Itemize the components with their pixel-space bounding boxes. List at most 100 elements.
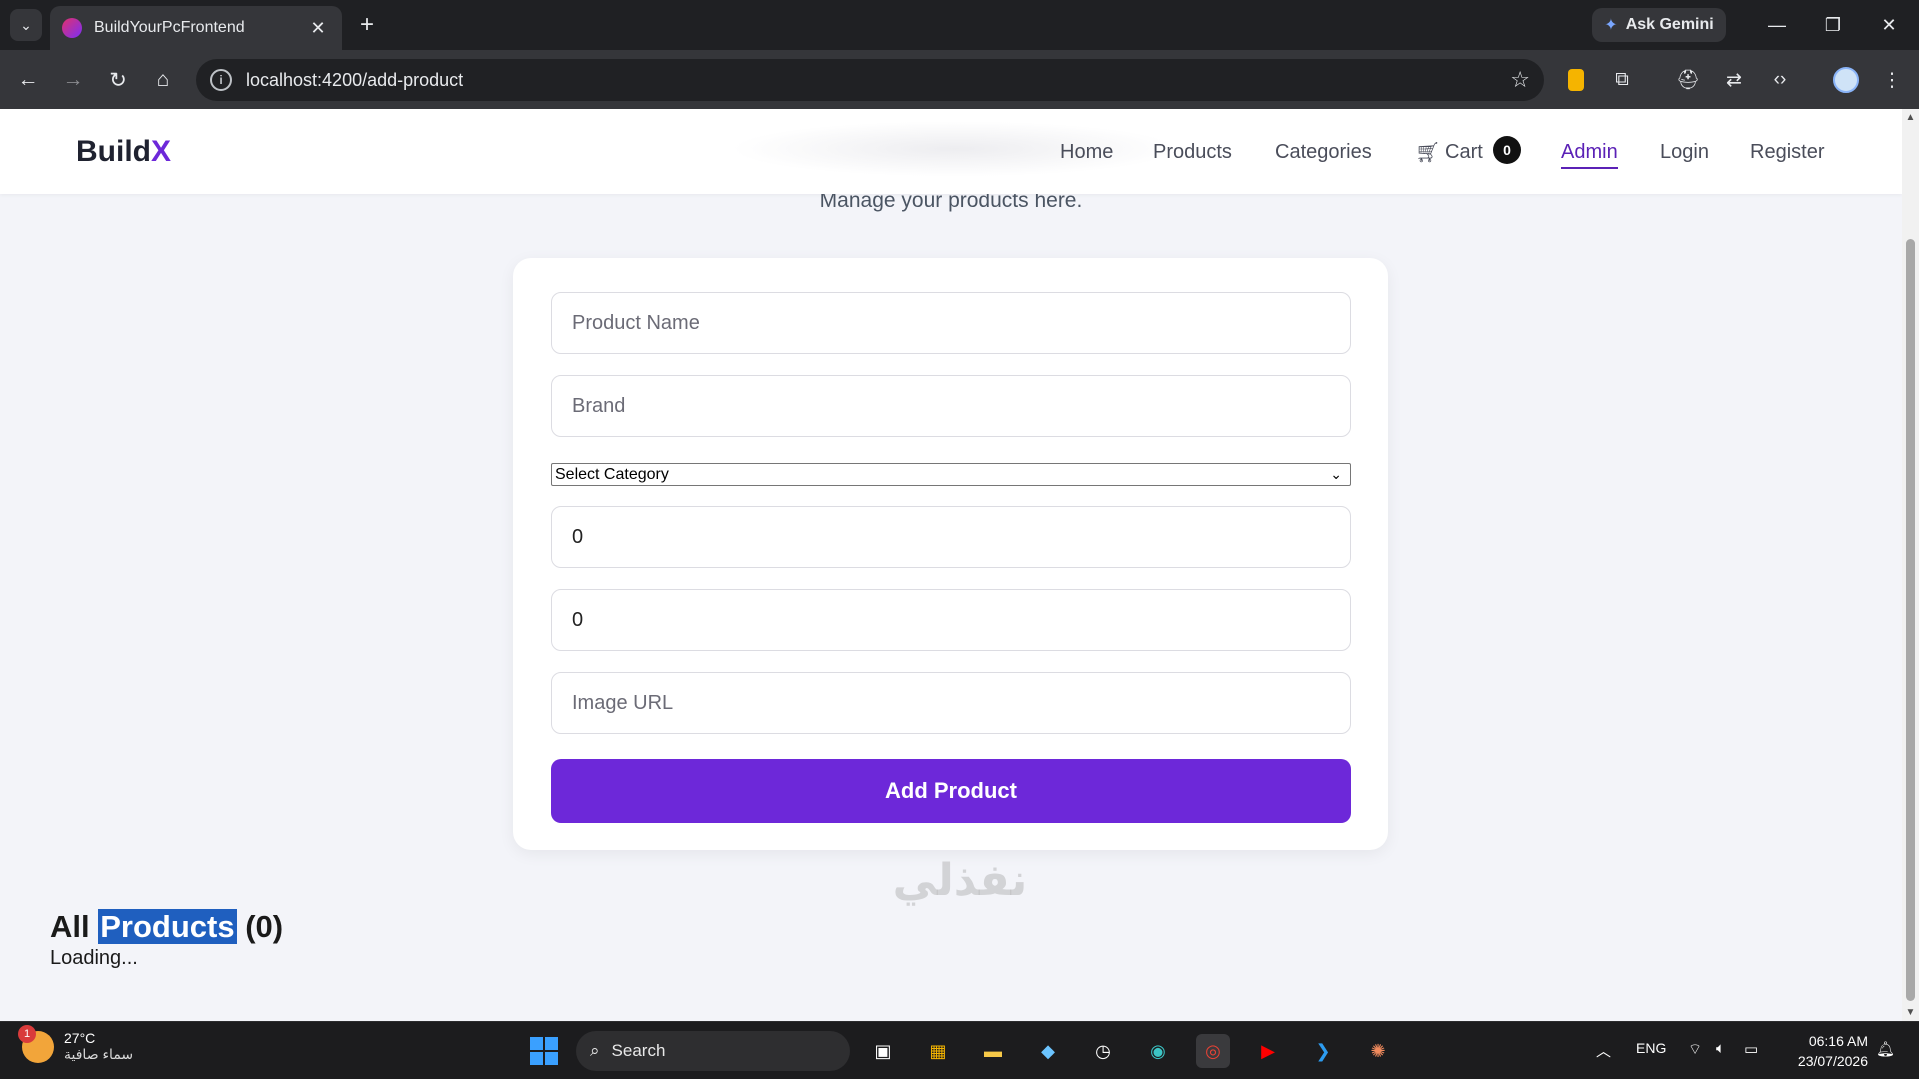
windows-logo-icon (530, 1037, 558, 1065)
taskbar-clock[interactable]: 06:16 AM 23/07/2026 (1786, 1031, 1868, 1071)
close-window-button[interactable]: ✕ (1864, 8, 1914, 42)
forward-button[interactable]: → (55, 62, 91, 98)
nav-admin[interactable]: Admin (1561, 141, 1618, 169)
stock-input[interactable] (551, 589, 1351, 651)
nav-categories[interactable]: Categories (1275, 141, 1372, 164)
tab-search-button[interactable]: ⌄ (10, 9, 42, 41)
moon-weather-icon: 1 (18, 1024, 54, 1063)
scrollbar-thumb[interactable] (1906, 239, 1915, 1001)
weather-condition: سماء صافية (64, 1046, 134, 1062)
clock-time: 06:16 AM (1808, 1033, 1868, 1049)
minimize-window-button[interactable]: — (1752, 8, 1802, 42)
browser-tab[interactable]: BuildYourPcFrontend ✕ (50, 6, 342, 50)
add-product-button[interactable]: Add Product (551, 759, 1351, 823)
logo-accent-text: X (151, 135, 172, 168)
restore-window-button[interactable]: ❐ (1808, 8, 1858, 42)
battery-icon[interactable]: ▭ (1744, 1040, 1758, 1058)
code-icon: ‹› (1773, 69, 1787, 90)
reload-icon: ↻ (109, 68, 127, 92)
heading-count: (0) (245, 909, 284, 944)
browser-menu-button[interactable]: ⋮ (1874, 62, 1910, 98)
taskbar-search-label: Search (611, 1041, 666, 1060)
nav-home[interactable]: Home (1060, 141, 1113, 164)
profile-avatar-icon (1833, 67, 1859, 93)
weather-widget[interactable]: 1 27°C سماء صافية (18, 1024, 134, 1063)
gemini-spark-icon: ✦ (1604, 17, 1618, 34)
site-info-icon[interactable]: i (210, 69, 232, 91)
store-app[interactable]: ▦ (921, 1034, 955, 1068)
browser-toolbar: ← → ↻ ⌂ i localhost:4200/add-product ☆ ⧉… (0, 50, 1919, 109)
extension-yellow-icon (1568, 69, 1584, 91)
puzzle-icon: ⧉ (1615, 69, 1629, 90)
nav-login[interactable]: Login (1660, 141, 1709, 164)
chrome-app[interactable]: ◎ (1196, 1034, 1230, 1068)
weather-alert-badge: 1 (18, 1024, 36, 1043)
logo-main-text: Build (76, 135, 151, 168)
site-navbar: BuildX Home Products Categories 🛒︎ Cart … (0, 109, 1902, 194)
clock-app[interactable]: ◷ (1086, 1034, 1120, 1068)
close-icon: ✕ (1881, 14, 1897, 35)
url-text: localhost:4200/add-product (246, 69, 464, 90)
tab-title: BuildYourPcFrontend (94, 19, 245, 36)
watermark-text: نفذلي (892, 856, 1028, 905)
all-products-heading: All Products (0) (50, 909, 283, 945)
input-language[interactable]: ENG (1636, 1040, 1666, 1056)
heading-highlighted-word: Products (98, 909, 237, 944)
profile-button[interactable] (1828, 62, 1864, 98)
sparkle-app-icon: ✺ (1370, 1040, 1386, 1061)
search-icon: ⌕ (590, 1041, 600, 1060)
home-icon: ⌂ (156, 68, 170, 91)
loading-text: Loading... (50, 947, 138, 969)
price-input[interactable] (551, 506, 1351, 568)
taskbar-search[interactable]: ⌕ Search (576, 1031, 850, 1071)
ask-gemini-button[interactable]: ✦ Ask Gemini (1592, 8, 1726, 42)
nav-cart[interactable]: Cart (1445, 141, 1483, 164)
back-button[interactable]: ← (10, 62, 46, 98)
incognito-icon: ⛑ (1675, 70, 1701, 91)
copilot-app[interactable]: ◆ (1031, 1034, 1065, 1068)
close-tab-icon[interactable]: ✕ (306, 18, 330, 39)
reload-button[interactable]: ↻ (100, 62, 136, 98)
home-button[interactable]: ⌂ (145, 62, 181, 98)
edge-app[interactable]: ◉ (1141, 1034, 1175, 1068)
youtube-app[interactable]: ▶ (1251, 1034, 1285, 1068)
extension-yellow-button[interactable] (1558, 62, 1594, 98)
nav-products[interactable]: Products (1153, 141, 1232, 164)
arrow-right-icon: → (62, 68, 84, 91)
product-name-input[interactable] (551, 292, 1351, 354)
notifications-icon[interactable]: 🔔︎ (1876, 1040, 1895, 1058)
tray-overflow-icon[interactable]: ︿ (1596, 1040, 1611, 1061)
devtools-button[interactable]: ‹› (1762, 62, 1798, 98)
image-url-input[interactable] (551, 672, 1351, 734)
ask-gemini-label: Ask Gemini (1625, 16, 1714, 33)
clock-date: 23/07/2026 (1797, 1053, 1868, 1069)
translate-button[interactable]: ⇄ (1716, 62, 1752, 98)
category-selected-value: Select Category (555, 465, 669, 483)
claude-app[interactable]: ✺ (1361, 1034, 1395, 1068)
bookmark-star-icon[interactable]: ☆ (1510, 67, 1530, 93)
angular-favicon-icon (62, 18, 82, 38)
wifi-icon[interactable]: ⌔ (1688, 1040, 1702, 1059)
cart-icon[interactable]: 🛒︎ (1415, 140, 1440, 165)
file-explorer-app[interactable]: ▬ (976, 1034, 1010, 1068)
translate-icon: ⇄ (1726, 69, 1742, 91)
brand-input[interactable] (551, 375, 1351, 437)
scroll-up-icon[interactable]: ▲ (1902, 109, 1919, 126)
nav-register[interactable]: Register (1750, 141, 1824, 164)
clock-icon: ◷ (1095, 1040, 1111, 1061)
incognito-button[interactable]: ⛑ (1670, 62, 1706, 98)
extensions-button[interactable]: ⧉ (1604, 62, 1640, 98)
edge-icon: ◉ (1150, 1040, 1166, 1061)
vscode-app[interactable]: ❯ (1306, 1034, 1340, 1068)
scroll-down-icon[interactable]: ▼ (1902, 1004, 1919, 1021)
new-tab-button[interactable]: + (352, 10, 382, 40)
weather-temp: 27°C (64, 1030, 96, 1046)
volume-icon[interactable]: 🔈︎ (1716, 1040, 1725, 1057)
page-scrollbar[interactable]: ▲ ▼ (1902, 109, 1919, 1021)
start-button[interactable] (527, 1034, 561, 1068)
windows-taskbar: 1 27°C سماء صافية ⌕ Search ▣ ▦ ▬ ◆ ◷ ◉ ◎… (0, 1021, 1919, 1079)
address-bar[interactable]: i localhost:4200/add-product ☆ (196, 59, 1544, 101)
category-select[interactable]: Select Category ⌄ (551, 463, 1351, 486)
task-view-button[interactable]: ▣ (866, 1034, 900, 1068)
site-logo[interactable]: BuildX (76, 135, 171, 169)
